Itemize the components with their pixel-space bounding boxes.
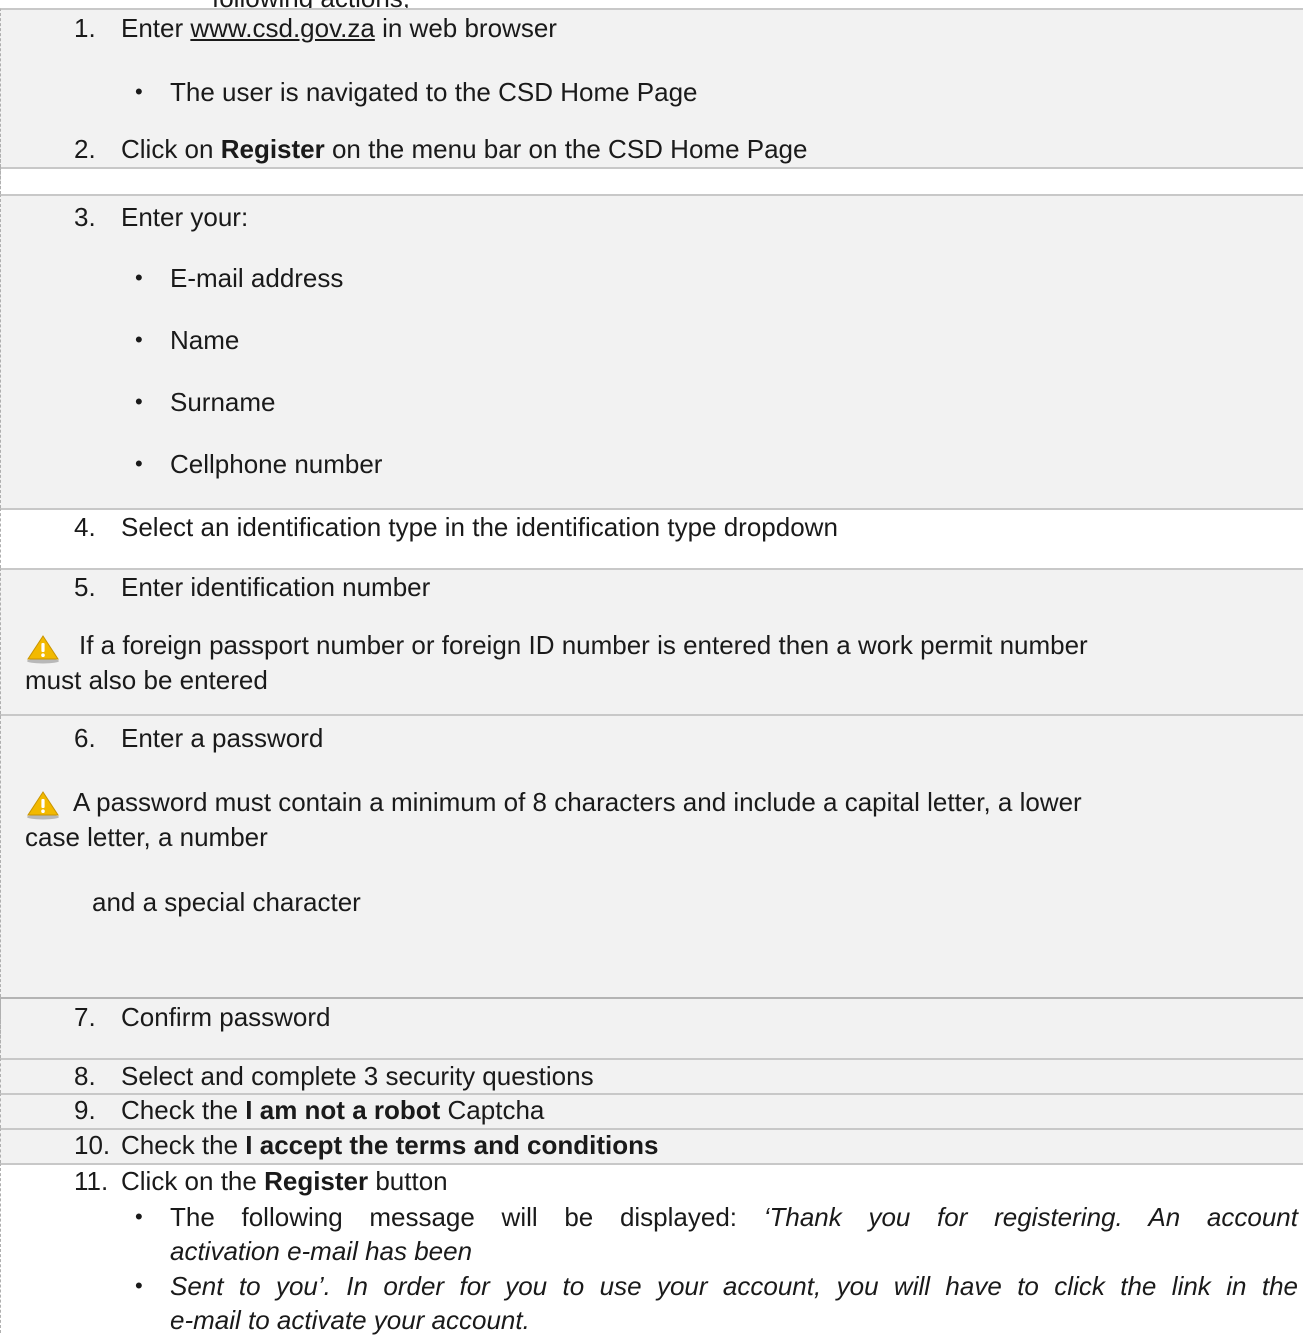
- step-number: 3.: [74, 202, 96, 232]
- bullet-icon: •: [135, 1204, 143, 1229]
- step-row-4: 4. Select an identification type in the …: [0, 508, 1303, 568]
- step-row-7: 7. Confirm password: [0, 997, 1303, 1058]
- step-row-11: 11. Click on the Register button • The f…: [0, 1163, 1303, 1335]
- step-number: 7.: [74, 1002, 96, 1032]
- step-text: Select and complete 3 security questions: [121, 1061, 594, 1091]
- step-text: Enter identification number: [121, 572, 431, 602]
- step-row-10: 10. Check the I accept the terms and con…: [0, 1128, 1303, 1163]
- step-text: Enter a password: [121, 723, 324, 753]
- warning-icon: [27, 635, 59, 664]
- warning-icon: [27, 791, 59, 820]
- bullet-icon: •: [135, 265, 143, 290]
- bullet-text: The user is navigated to the CSD Home Pa…: [170, 77, 698, 107]
- warning-text: case letter, a number: [25, 822, 268, 852]
- step-number: 8.: [74, 1061, 96, 1091]
- step-number: 1.: [74, 13, 96, 43]
- step-row-8: 8. Select and complete 3 security questi…: [0, 1058, 1303, 1093]
- document-page: following actions; 1. Enter www.csd.gov.…: [0, 0, 1303, 1335]
- step-text: Select an identification type in the ide…: [121, 512, 838, 542]
- bullet-icon: •: [135, 327, 143, 352]
- step-text: Enter www.csd.gov.za in web browser: [121, 13, 557, 43]
- bullet-text-continued: activation e-mail has been: [170, 1236, 473, 1266]
- bullet-text: Cellphone number: [170, 449, 383, 479]
- bullet-text: E-mail address: [170, 263, 344, 293]
- bullet-icon: •: [135, 79, 143, 104]
- bullet-icon: •: [135, 451, 143, 476]
- step-text: Check the I am not a robot Captcha: [121, 1095, 545, 1125]
- step-number: 2.: [74, 134, 96, 164]
- bullet-text: The following message will be displayed:…: [170, 1202, 1298, 1232]
- bullet-text: Sent to you’. In order for you to use yo…: [170, 1271, 1298, 1301]
- step-text: Click on Register on the menu bar on the…: [121, 134, 808, 164]
- warning-text: and a special character: [92, 887, 361, 917]
- step-row-2-body: 2. Click on Register on the menu bar on …: [0, 134, 1303, 194]
- bullet-text: Name: [170, 325, 240, 355]
- step-number: 10.: [74, 1130, 111, 1160]
- step-row-3: 3. Enter your: • E-mail address • Name •…: [0, 194, 1303, 508]
- step-number: 11.: [74, 1166, 109, 1196]
- step-text: Check the I accept the terms and conditi…: [121, 1130, 659, 1160]
- bullet-text: Surname: [170, 387, 276, 417]
- step-text: Confirm password: [121, 1002, 331, 1032]
- bullet-icon: •: [135, 1273, 143, 1298]
- step-text: Enter your:: [121, 202, 249, 232]
- warning-text: If a foreign passport number or foreign …: [79, 630, 1088, 660]
- csd-website-link[interactable]: www.csd.gov.za: [190, 13, 374, 43]
- step-number: 6.: [74, 723, 96, 753]
- step-number: 4.: [74, 512, 96, 542]
- step-row-9: 9. Check the I am not a robot Captcha: [0, 1093, 1303, 1128]
- step-number: 9.: [74, 1095, 96, 1125]
- step-row-5: 5. Enter identification number If a fore…: [0, 568, 1303, 714]
- step-row-6-body: 6. Enter a password A password must cont…: [0, 716, 1303, 997]
- step-text: Click on the Register button: [121, 1166, 448, 1196]
- bullet-icon: •: [135, 389, 143, 414]
- warning-text: A password must contain a minimum of 8 c…: [73, 787, 1082, 817]
- step-number: 5.: [74, 572, 96, 602]
- warning-text: must also be entered: [25, 665, 268, 695]
